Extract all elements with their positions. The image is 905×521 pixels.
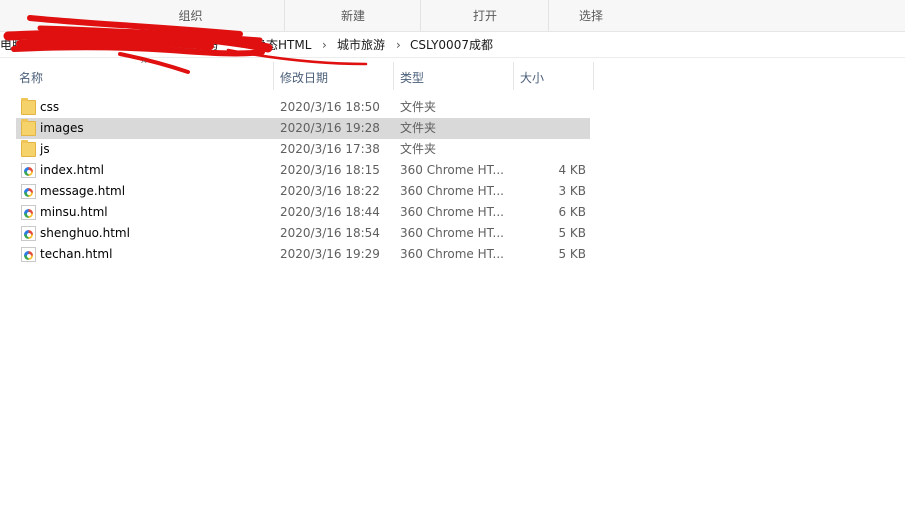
column-divider[interactable] bbox=[513, 62, 514, 90]
file-type: 360 Chrome HT... bbox=[400, 226, 504, 240]
file-size: 3 KB bbox=[558, 184, 586, 198]
html-file-icon bbox=[21, 163, 36, 178]
html-file-icon bbox=[21, 247, 36, 262]
breadcrumb-current-folder[interactable]: CSLY0007成都 bbox=[410, 32, 493, 57]
file-modified-date: 2020/3/16 18:44 bbox=[280, 205, 380, 219]
file-row[interactable]: message.html 2020/3/16 18:22 360 Chrome … bbox=[16, 181, 590, 202]
folder-icon bbox=[21, 98, 36, 115]
file-row[interactable]: minsu.html 2020/3/16 18:44 360 Chrome HT… bbox=[16, 202, 590, 223]
ribbon-group-select[interactable]: 选择 bbox=[548, 0, 633, 31]
file-name: techan.html bbox=[40, 247, 113, 261]
breadcrumb-chevron-icon: › bbox=[240, 38, 245, 52]
file-size bbox=[520, 97, 586, 118]
html-file-icon bbox=[21, 184, 36, 199]
file-type: 文件夹 bbox=[400, 100, 437, 114]
file-modified-date: 2020/3/16 18:22 bbox=[280, 184, 380, 198]
file-row[interactable]: shenghuo.html 2020/3/16 18:54 360 Chrome… bbox=[16, 223, 590, 244]
file-modified-date: 2020/3/16 19:28 bbox=[280, 121, 380, 135]
column-divider[interactable] bbox=[593, 62, 594, 90]
html-file-icon bbox=[21, 226, 36, 241]
breadcrumb-chevron-icon: › bbox=[322, 38, 327, 52]
ribbon-group-open[interactable]: 打开 bbox=[420, 0, 549, 31]
column-header-date[interactable]: 修改日期 bbox=[280, 66, 328, 90]
file-size bbox=[520, 139, 586, 160]
file-row[interactable]: techan.html 2020/3/16 19:29 360 Chrome H… bbox=[16, 244, 590, 265]
file-size: 6 KB bbox=[558, 205, 586, 219]
file-row[interactable]: index.html 2020/3/16 18:15 360 Chrome HT… bbox=[16, 160, 590, 181]
folder-icon bbox=[21, 140, 36, 157]
file-type: 文件夹 bbox=[400, 142, 437, 156]
file-type: 360 Chrome HT... bbox=[400, 247, 504, 261]
column-divider[interactable] bbox=[393, 62, 394, 90]
file-name: index.html bbox=[40, 163, 104, 177]
column-header-name[interactable]: 名称 bbox=[19, 66, 43, 90]
sort-caret-icon: ^ bbox=[140, 60, 148, 70]
file-name: message.html bbox=[40, 184, 126, 198]
address-bar[interactable]: 电脑 精简源代码 › 静态HTML › 城市旅游 › CSLY0007成都 bbox=[0, 32, 905, 58]
file-size: 5 KB bbox=[558, 247, 586, 261]
file-modified-date: 2020/3/16 19:29 bbox=[280, 247, 380, 261]
file-type: 360 Chrome HT... bbox=[400, 205, 504, 219]
file-name: shenghuo.html bbox=[40, 226, 130, 240]
html-file-icon bbox=[21, 205, 36, 220]
ribbon-group-organize[interactable]: 组织 bbox=[97, 0, 284, 31]
file-type: 文件夹 bbox=[400, 121, 437, 135]
folder-icon bbox=[21, 119, 36, 136]
file-size: 4 KB bbox=[558, 163, 586, 177]
file-row[interactable]: css 2020/3/16 18:50 文件夹 bbox=[16, 97, 590, 118]
column-header-size[interactable]: 大小 bbox=[520, 66, 544, 90]
file-size: 5 KB bbox=[558, 226, 586, 240]
file-modified-date: 2020/3/16 18:15 bbox=[280, 163, 380, 177]
breadcrumb-source-folder[interactable]: 精简源代码 bbox=[158, 32, 218, 57]
file-row-selected[interactable]: images 2020/3/16 19:28 文件夹 bbox=[16, 118, 590, 139]
breadcrumb-chevron-icon: › bbox=[396, 38, 401, 52]
breadcrumb-computer[interactable]: 电脑 bbox=[0, 32, 24, 57]
breadcrumb-static-html[interactable]: 静态HTML bbox=[254, 32, 311, 57]
file-name: css bbox=[40, 100, 60, 114]
file-type: 360 Chrome HT... bbox=[400, 163, 504, 177]
file-modified-date: 2020/3/16 18:50 bbox=[280, 100, 380, 114]
column-divider[interactable] bbox=[273, 62, 274, 90]
ribbon-group-new[interactable]: 新建 bbox=[284, 0, 421, 31]
file-name: images bbox=[40, 121, 84, 135]
breadcrumb-city-travel[interactable]: 城市旅游 bbox=[337, 32, 385, 57]
file-name: js bbox=[40, 142, 50, 156]
file-row[interactable]: js 2020/3/16 17:38 文件夹 bbox=[16, 139, 590, 160]
file-type: 360 Chrome HT... bbox=[400, 184, 504, 198]
column-header-type[interactable]: 类型 bbox=[400, 66, 424, 90]
file-size bbox=[520, 118, 586, 139]
ribbon-bar: 组织 新建 打开 选择 bbox=[0, 0, 905, 32]
file-modified-date: 2020/3/16 18:54 bbox=[280, 226, 380, 240]
file-modified-date: 2020/3/16 17:38 bbox=[280, 142, 380, 156]
file-name: minsu.html bbox=[40, 205, 108, 219]
